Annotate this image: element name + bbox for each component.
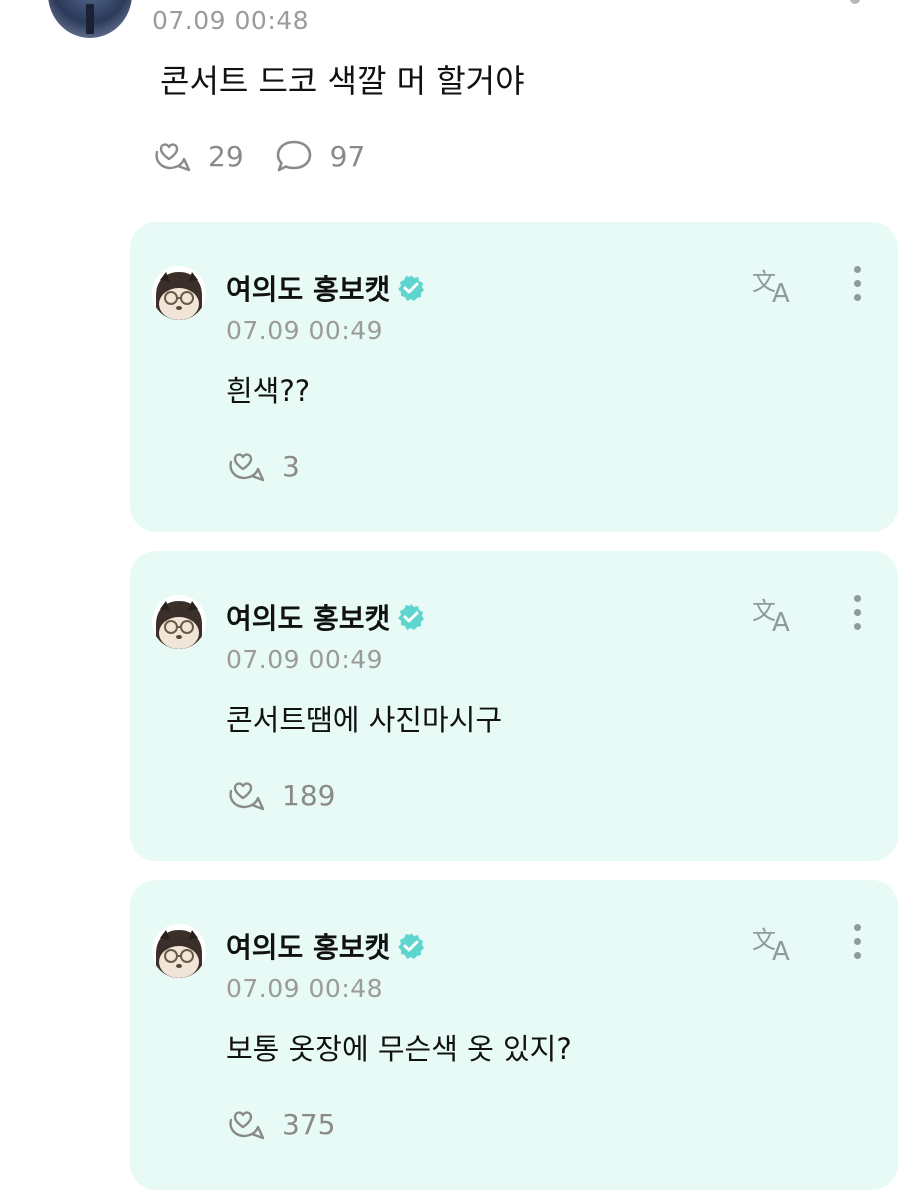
post-comment-count: 97 [329, 139, 366, 173]
reply-actions: 375 [226, 1106, 335, 1142]
heart-bubble-icon [229, 1111, 265, 1140]
heart-bubble-icon [155, 143, 191, 172]
reply-author-avatar[interactable] [152, 924, 206, 978]
post-like-count: 29 [208, 139, 244, 173]
reply-more-menu-icon[interactable] [850, 266, 864, 306]
reply-timestamp: 07.09 00:49 [226, 645, 384, 674]
reply-like-button[interactable]: 375 [226, 1106, 335, 1142]
reply-like-count: 375 [282, 1107, 336, 1141]
reply-like-button[interactable]: 3 [226, 448, 300, 484]
reply-author-name[interactable]: 여의도 홍보캣 [226, 268, 390, 308]
verified-badge-icon [398, 275, 425, 301]
reply-author-avatar[interactable] [152, 595, 206, 649]
reply-card: 여의도 홍보캣 文 A 07.09 00:49 콘서트땜에 사진마시구 189 [130, 551, 898, 861]
heart-bubble-icon [229, 453, 265, 482]
reply-like-count: 189 [282, 778, 336, 812]
reply-timestamp: 07.09 00:49 [226, 316, 384, 345]
reply-text: 흰색?? [226, 374, 311, 408]
reply-author-row: 여의도 홍보캣 [226, 268, 426, 308]
reply-author-row: 여의도 홍보캣 [226, 926, 426, 966]
post-actions: 29 97 [152, 138, 365, 174]
post-timestamp: 07.09 00:48 [152, 6, 310, 35]
reply-author-name[interactable]: 여의도 홍보캣 [226, 926, 390, 966]
reply-more-menu-icon[interactable] [850, 595, 864, 635]
svg-text:A: A [772, 937, 790, 964]
svg-text:A: A [772, 608, 790, 635]
heart-bubble-icon [229, 782, 265, 811]
reply-more-menu-icon[interactable] [850, 924, 864, 964]
comment-bubble-icon [276, 140, 311, 172]
original-post: 07.09 00:48 콘서트 드코 색깔 머 할거야 29 97 [0, 0, 922, 210]
reply-card: 여의도 홍보캣 文 A 07.09 00:49 흰색?? 3 [130, 222, 898, 532]
svg-text:A: A [772, 279, 790, 306]
reply-card: 여의도 홍보캣 文 A 07.09 00:48 보통 옷장에 무슨색 옷 있지?… [130, 880, 898, 1190]
verified-badge-icon [398, 604, 425, 630]
reply-like-button[interactable]: 189 [226, 777, 335, 813]
reply-text: 보통 옷장에 무슨색 옷 있지? [226, 1032, 572, 1066]
verified-badge-icon [398, 933, 425, 959]
reply-like-count: 3 [282, 449, 300, 483]
reply-author-avatar[interactable] [152, 266, 206, 320]
post-like-button[interactable]: 29 [152, 138, 244, 174]
translate-icon[interactable]: 文 A [752, 924, 804, 964]
post-text: 콘서트 드코 색깔 머 할거야 [160, 62, 525, 100]
translate-icon[interactable]: 文 A [752, 266, 804, 306]
reply-timestamp: 07.09 00:48 [226, 974, 384, 1003]
translate-icon[interactable]: 文 A [752, 595, 804, 635]
reply-actions: 189 [226, 777, 335, 813]
post-author-avatar[interactable] [48, 0, 132, 38]
post-comment-button[interactable]: 97 [274, 138, 366, 174]
post-more-menu-icon[interactable] [850, 0, 860, 4]
reply-author-name[interactable]: 여의도 홍보캣 [226, 597, 390, 637]
reply-text: 콘서트땜에 사진마시구 [226, 703, 503, 737]
reply-author-row: 여의도 홍보캣 [226, 597, 426, 637]
reply-actions: 3 [226, 448, 300, 484]
